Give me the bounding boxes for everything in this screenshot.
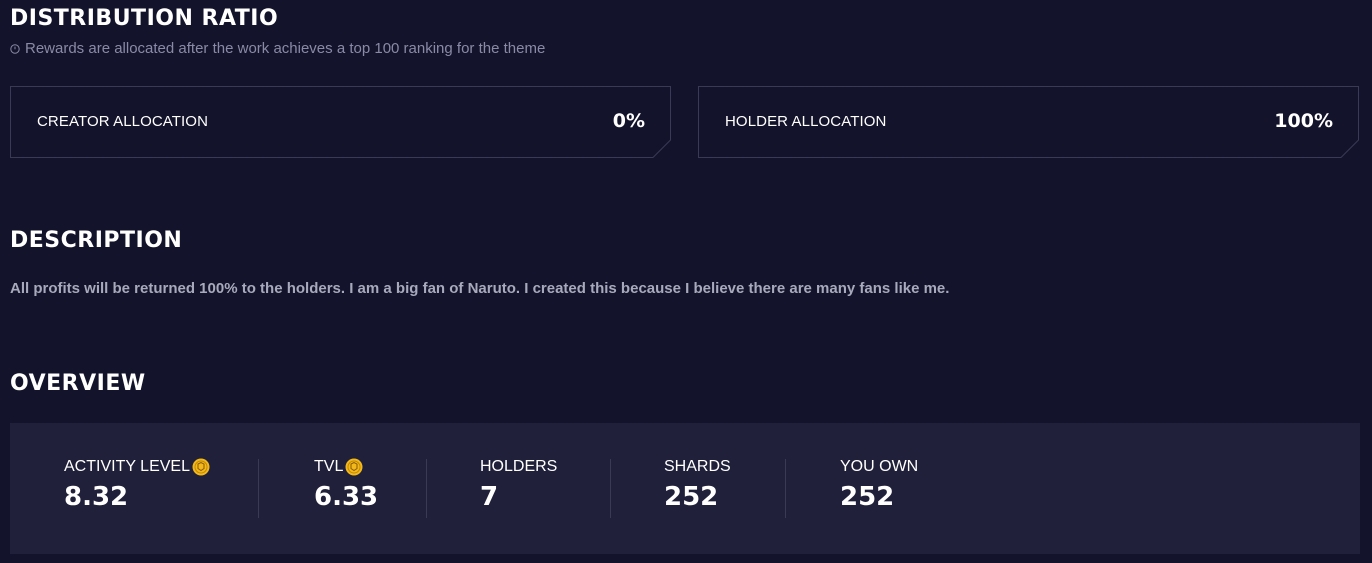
stat-shards: SHARDS 252 bbox=[664, 458, 731, 518]
stat-label: SHARDS bbox=[664, 458, 731, 475]
creator-allocation-card: CREATOR ALLOCATION 0% bbox=[10, 86, 671, 158]
holder-allocation-label: HOLDER ALLOCATION bbox=[725, 113, 887, 130]
stat-label: HOLDERS bbox=[480, 458, 558, 475]
stat-you-own: YOU OWN 252 bbox=[840, 458, 918, 518]
description-text: All profits will be returned 100% to the… bbox=[10, 280, 950, 297]
creator-allocation-label: CREATOR ALLOCATION bbox=[37, 113, 209, 130]
stat-value: 252 bbox=[664, 482, 719, 512]
stat-activity-level: ACTIVITY LEVEL 8.32 bbox=[64, 458, 210, 518]
overview-panel: ACTIVITY LEVEL 8.32 TVL 6.33 HOLDERS 7 S… bbox=[10, 423, 1360, 554]
holder-allocation-card: HOLDER ALLOCATION 100% bbox=[698, 86, 1359, 158]
stat-divider bbox=[426, 459, 427, 518]
stat-holders: HOLDERS 7 bbox=[480, 458, 557, 518]
stat-tvl: TVL 6.33 bbox=[314, 458, 378, 518]
distribution-note: Rewards are allocated after the work ach… bbox=[10, 40, 545, 57]
stat-value: 7 bbox=[480, 482, 499, 512]
stat-divider bbox=[258, 459, 259, 518]
stat-label: TVL bbox=[314, 458, 344, 475]
distribution-note-text: Rewards are allocated after the work ach… bbox=[25, 40, 546, 57]
clock-icon bbox=[10, 43, 20, 54]
description-title: DESCRIPTION bbox=[10, 228, 183, 253]
gold-coin-icon bbox=[345, 458, 363, 476]
holder-allocation-value: 100% bbox=[1274, 110, 1333, 132]
creator-allocation-value: 0% bbox=[612, 110, 645, 132]
stat-divider bbox=[610, 459, 611, 518]
stat-value: 252 bbox=[840, 482, 895, 512]
page: DISTRIBUTION RATIO Rewards are allocated… bbox=[0, 0, 1372, 563]
stat-value: 6.33 bbox=[314, 482, 379, 512]
distribution-title: DISTRIBUTION RATIO bbox=[10, 6, 279, 31]
overview-title: OVERVIEW bbox=[10, 371, 146, 396]
stat-divider bbox=[785, 459, 786, 518]
gold-coin-icon bbox=[192, 458, 210, 476]
stat-label: ACTIVITY LEVEL bbox=[64, 458, 190, 475]
stat-label: YOU OWN bbox=[840, 458, 919, 475]
stat-value: 8.32 bbox=[64, 482, 129, 512]
